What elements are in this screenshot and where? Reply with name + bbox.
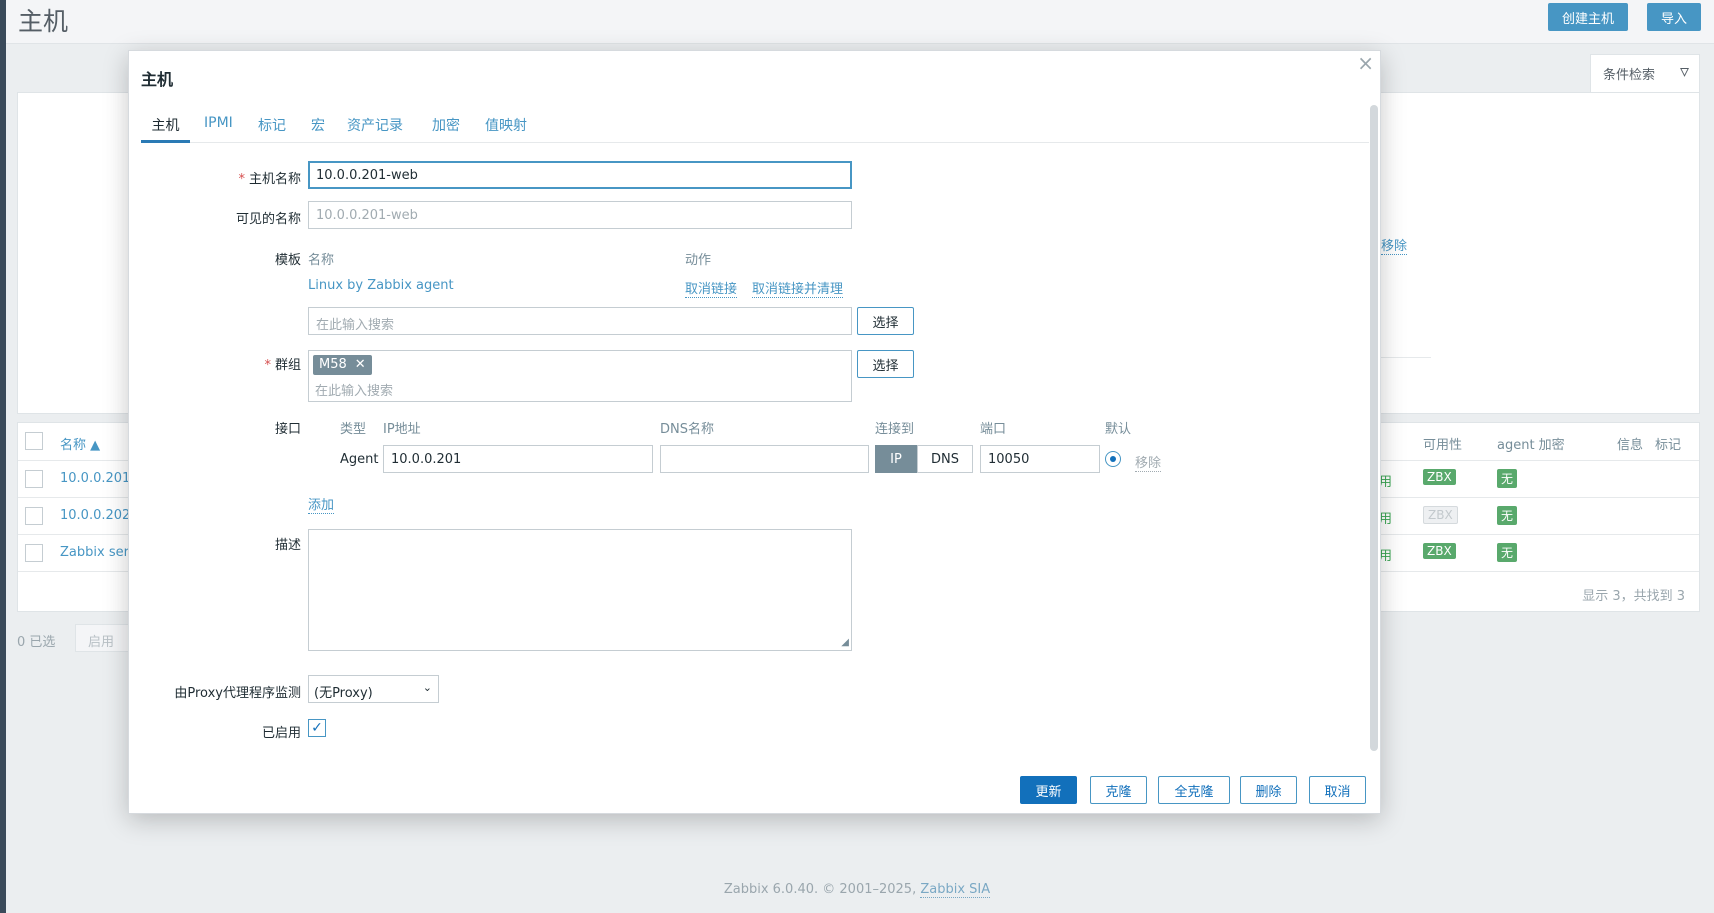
default-interface-radio[interactable] (1105, 451, 1121, 467)
column-name[interactable]: 名称 ▲ (60, 434, 100, 453)
connect-dns-toggle[interactable]: DNS (917, 445, 973, 473)
encryption-badge: 无 (1497, 469, 1518, 488)
iface-dns-input[interactable] (660, 445, 869, 473)
templates-col-name: 名称 (308, 253, 335, 268)
template-select-button[interactable]: 选择 (857, 307, 914, 335)
group-chip: M58 ✕ (313, 355, 372, 375)
cancel-button[interactable]: 取消 (1309, 776, 1366, 804)
description-label: 描述 (274, 538, 301, 553)
update-button[interactable]: 更新 (1020, 776, 1077, 804)
proxy-label: 由Proxy代理程序监测 (174, 686, 301, 701)
footer-link[interactable]: Zabbix SIA (920, 882, 991, 898)
dialog-scrollbar[interactable] (1370, 105, 1378, 751)
remove-chip-icon[interactable]: ✕ (355, 357, 366, 372)
dialog-tabs: 主机 IPMI 标记 宏 资产记录 加密 值映射 (141, 115, 1369, 143)
groups-multiselect[interactable]: M58 ✕ 在此输入搜索 (308, 350, 852, 402)
iface-col-dns: DNS名称 (660, 422, 714, 437)
host-name-link[interactable]: 10.0.0.201 (60, 471, 130, 486)
tab-tags[interactable]: 标记 (258, 115, 286, 143)
iface-col-default: 默认 (1105, 422, 1132, 437)
column-availability: 可用性 (1423, 438, 1463, 453)
iface-col-ip: IP地址 (383, 422, 421, 437)
host-name-label: * 主机名称 (238, 172, 301, 187)
column-tags: 标记 (1655, 438, 1682, 453)
unlink-and-clear-button[interactable]: 取消链接并清理 (752, 278, 844, 298)
tab-encryption[interactable]: 加密 (432, 115, 460, 143)
host-name-link[interactable]: Zabbix ser (60, 545, 129, 560)
filter-tab[interactable]: 条件检索 ▿ (1590, 54, 1700, 94)
enabled-checkbox[interactable]: ✓ (308, 719, 326, 737)
resize-handle-icon[interactable]: ◢ (841, 637, 849, 648)
enabled-label: 已启用 (261, 726, 301, 741)
row-checkbox[interactable] (25, 544, 43, 562)
template-link[interactable]: Linux by Zabbix agent (308, 278, 454, 293)
page-header: 主机 创建主机 导入 (6, 0, 1714, 44)
tab-ipmi[interactable]: IPMI (204, 115, 233, 143)
availability-badge: ZBX (1423, 543, 1456, 559)
iface-col-port: 端口 (980, 422, 1007, 437)
filter-icon: ▿ (1679, 61, 1689, 82)
column-info: 信息 (1617, 438, 1644, 453)
delete-button[interactable]: 删除 (1240, 776, 1297, 804)
selected-count: 0 已选 (17, 635, 56, 650)
encryption-badge: 无 (1497, 543, 1518, 562)
proxy-select[interactable]: (无Proxy) ⌄ (308, 675, 439, 703)
create-host-button[interactable]: 创建主机 (1548, 3, 1629, 31)
page-title: 主机 (18, 7, 69, 36)
connect-ip-toggle[interactable]: IP (875, 445, 917, 473)
row-checkbox[interactable] (25, 507, 43, 525)
row-checkbox[interactable] (25, 470, 43, 488)
divider (1381, 357, 1431, 358)
page-footer: Zabbix 6.0.40. © 2001–2025, Zabbix SIA (0, 882, 1714, 898)
dialog-title: 主机 (141, 70, 174, 89)
visible-name-input[interactable]: 10.0.0.201-web (308, 201, 852, 229)
group-select-button[interactable]: 选择 (857, 350, 914, 378)
filter-label: 条件检索 (1603, 68, 1656, 83)
tab-macros[interactable]: 宏 (311, 115, 325, 143)
tab-value-mapping[interactable]: 值映射 (485, 115, 527, 143)
iface-port-input[interactable]: 10050 (980, 445, 1100, 473)
iface-ip-input[interactable]: 10.0.0.201 (383, 445, 653, 473)
interfaces-label: 接口 (274, 422, 301, 437)
chevron-down-icon: ⌄ (422, 681, 432, 694)
group-search-input[interactable]: 在此输入搜索 (315, 380, 393, 399)
templates-col-action: 动作 (685, 253, 712, 268)
add-interface-button[interactable]: 添加 (308, 494, 335, 514)
import-button[interactable]: 导入 (1647, 3, 1702, 31)
iface-col-connect: 连接到 (875, 422, 915, 437)
footer-text: Zabbix 6.0.40. © 2001–2025, (723, 882, 921, 897)
templates-label: 模板 (274, 253, 301, 268)
iface-col-type: 类型 (340, 422, 367, 437)
host-name-input[interactable]: 10.0.0.201-web (308, 161, 852, 189)
availability-badge: ZBX (1423, 469, 1456, 485)
tab-host[interactable]: 主机 (141, 115, 190, 143)
close-icon[interactable]: × (1357, 51, 1374, 75)
column-agent-encryption: agent 加密 (1497, 438, 1565, 453)
enable-button[interactable]: 启用 (75, 624, 133, 652)
left-sidebar-strip (0, 0, 6, 913)
background-remove-link[interactable]: 移除 (1381, 235, 1408, 255)
iface-remove-button[interactable]: 移除 (1135, 452, 1162, 472)
tab-inventory[interactable]: 资产记录 (347, 115, 403, 143)
host-edit-dialog: 主机 × 主机 IPMI 标记 宏 资产记录 加密 值映射 * 主机名称 10.0… (128, 50, 1381, 814)
host-name-link[interactable]: 10.0.0.202 (60, 508, 130, 523)
groups-label: * 群组 (264, 358, 301, 373)
visible-name-label: 可见的名称 (235, 212, 301, 227)
availability-badge: ZBX (1423, 506, 1458, 524)
iface-type: Agent (340, 452, 379, 467)
encryption-badge: 无 (1497, 506, 1518, 525)
table-footer-count: 显示 3，共找到 3 (1582, 589, 1685, 604)
select-all-checkbox[interactable] (25, 432, 43, 450)
description-textarea[interactable]: ◢ (308, 529, 852, 651)
clone-button[interactable]: 克隆 (1090, 776, 1147, 804)
unlink-button[interactable]: 取消链接 (685, 278, 738, 298)
full-clone-button[interactable]: 全克隆 (1158, 776, 1230, 804)
template-search-input[interactable]: 在此输入搜索 (308, 307, 852, 335)
